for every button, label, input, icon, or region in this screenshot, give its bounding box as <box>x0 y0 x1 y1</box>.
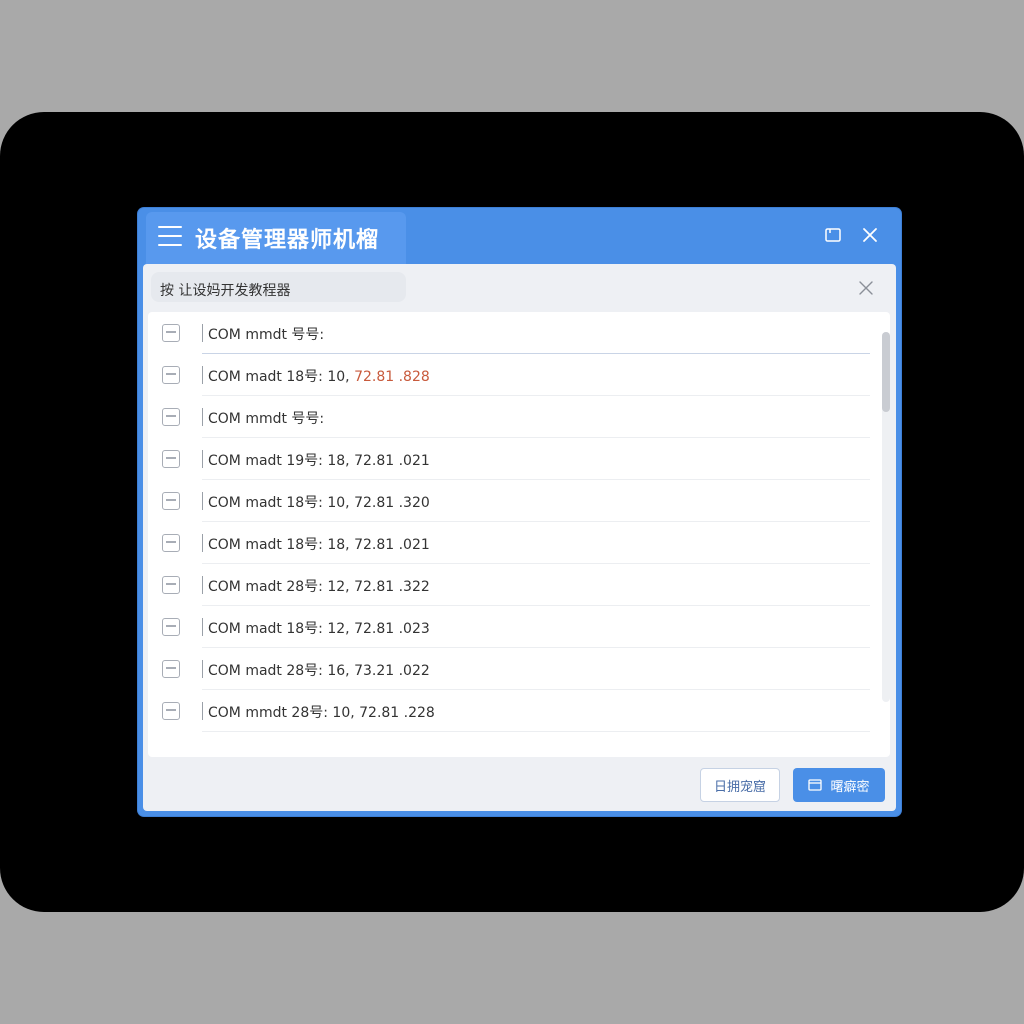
filter-icon <box>162 366 180 384</box>
device-name: COM madt 18号: 10, <box>208 495 350 511</box>
plug-icon <box>162 534 180 552</box>
device-ip: 72.81 .828 <box>354 369 430 385</box>
device-list-item[interactable]: COM madt 18号: 10, 72.81 .320 <box>148 480 870 522</box>
device-name: COM madt 19号: 18, <box>208 453 350 469</box>
device-ip: 72.81 .322 <box>354 579 430 595</box>
device-list-item[interactable]: COM madt 18号: 10, 72.81 .828 <box>148 354 870 396</box>
device-list-item[interactable]: COM mmdt 号号: <box>148 312 870 354</box>
row-separator <box>202 492 203 510</box>
window-title: 设备管理器师机榴 <box>195 228 380 253</box>
restore-icon[interactable] <box>822 224 844 246</box>
hamburger-menu-icon[interactable] <box>158 226 182 246</box>
device-label: COM madt 28号: 16, 73.21 .022 <box>208 660 430 680</box>
panel-header-text: 按 让设妈开发教程器 <box>160 283 291 299</box>
row-separator <box>202 576 203 594</box>
row-divider <box>202 731 870 732</box>
row-separator <box>202 534 203 552</box>
row-separator <box>202 408 203 426</box>
title-bar: 设备管理器师机榴 <box>138 208 901 270</box>
content-panel: 按 让设妈开发教程器 COM mmdt 号号: COM madt 18号: 10,… <box>143 264 896 811</box>
list-icon <box>162 408 180 426</box>
close-icon[interactable] <box>859 224 881 246</box>
device-list-item[interactable]: COM mmdt 号号: <box>148 396 870 438</box>
row-separator <box>202 366 203 384</box>
minus-box-icon <box>162 660 180 678</box>
device-list: COM mmdt 号号: COM madt 18号: 10, 72.81 .828… <box>148 312 890 757</box>
secondary-button[interactable]: 日拥宠窟 <box>700 768 780 802</box>
list-icon <box>162 492 180 510</box>
device-label: COM madt 18号: 18, 72.81 .021 <box>208 534 430 554</box>
scroll-thumb[interactable] <box>882 332 890 412</box>
device-name: COM mmdt 号号: <box>208 411 325 427</box>
device-label: COM madt 19号: 18, 72.81 .021 <box>208 450 430 470</box>
device-list-item[interactable]: COM madt 18号: 18, 72.81 .021 <box>148 522 870 564</box>
device-name: COM mmdt 号号: <box>208 327 325 343</box>
device-label: COM madt 28号: 12, 72.81 .322 <box>208 576 430 596</box>
primary-button-label: 曙癖密 <box>830 779 870 795</box>
primary-button[interactable]: 曙癖密 <box>793 768 885 802</box>
device-ip: 72.81 .021 <box>354 453 430 469</box>
list-scrollbar[interactable] <box>882 332 890 702</box>
window-icon <box>808 779 823 791</box>
device-name: COM madt 18号: 12, <box>208 621 350 637</box>
device-list-item[interactable]: COM madt 28号: 12, 72.81 .322 <box>148 564 870 606</box>
device-ip: 72.81 .023 <box>354 621 430 637</box>
list-icon <box>162 618 180 636</box>
device-ip: 72.81 .320 <box>354 495 430 511</box>
device-ip: 72.81 .021 <box>354 537 430 553</box>
panel-close-icon[interactable] <box>856 278 876 298</box>
device-list-item[interactable]: COM madt 28号: 16, 73.21 .022 <box>148 648 870 690</box>
mail-icon <box>162 576 180 594</box>
row-separator <box>202 660 203 678</box>
device-name: COM madt 28号: 12, <box>208 579 350 595</box>
row-separator <box>202 450 203 468</box>
device-name: COM madt 18号: 18, <box>208 537 350 553</box>
device-ip: 72.81 .228 <box>359 705 435 721</box>
device-label: COM mmdt 号号: <box>208 324 324 344</box>
device-manager-window: 设备管理器师机榴 按 让设妈开发教程器 COM mmdt 号号: COM madt… <box>138 208 901 816</box>
device-name: COM madt 18号: 10, <box>208 369 350 385</box>
device-label: COM mmdt 28号: 10, 72.81 .228 <box>208 702 435 722</box>
row-separator <box>202 702 203 720</box>
device-list-item[interactable]: COM madt 18号: 12, 72.81 .023 <box>148 606 870 648</box>
row-separator <box>202 618 203 636</box>
device-label: COM madt 18号: 10, 72.81 .828 <box>208 366 430 386</box>
device-name: COM mmdt 28号: 10, <box>208 705 355 721</box>
row-separator <box>202 324 203 342</box>
clipboard-icon <box>162 324 180 342</box>
device-list-item[interactable]: COM mmdt 28号: 10, 72.81 .228 <box>148 690 870 732</box>
device-name: COM madt 28号: 16, <box>208 663 350 679</box>
device-ip: 73.21 .022 <box>354 663 430 679</box>
briefcase-icon <box>162 450 180 468</box>
drive-icon <box>162 702 180 720</box>
device-label: COM madt 18号: 10, 72.81 .320 <box>208 492 430 512</box>
device-label: COM mmdt 号号: <box>208 408 324 428</box>
panel-header: 按 让设妈开发教程器 <box>143 264 896 310</box>
device-label: COM madt 18号: 12, 72.81 .023 <box>208 618 430 638</box>
device-list-item[interactable]: COM madt 19号: 18, 72.81 .021 <box>148 438 870 480</box>
